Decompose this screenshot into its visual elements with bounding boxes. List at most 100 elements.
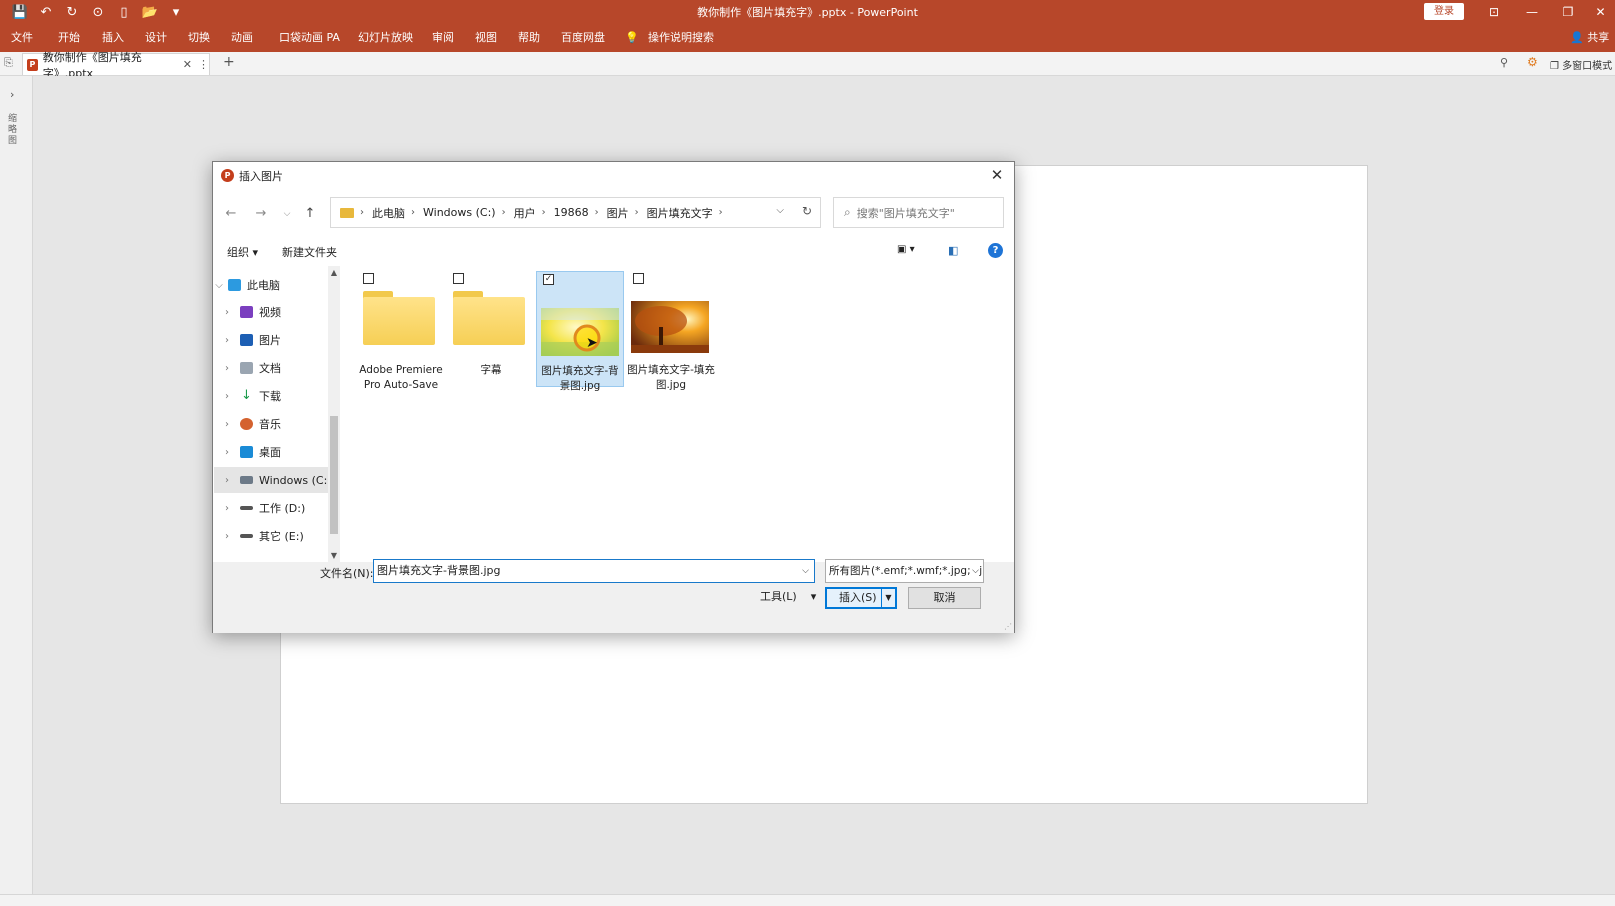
file-item-folder[interactable]: 字幕 [447, 271, 535, 387]
tree-item-downloads[interactable]: › ↓ 下载 [214, 383, 335, 409]
address-dropdown-icon[interactable]: ⌵ [776, 205, 784, 216]
menu-baidu-netdisk[interactable]: 百度网盘 [561, 24, 605, 52]
tree-item-this-pc[interactable]: ⌵ 此电脑 [214, 272, 335, 298]
new-tab-icon[interactable]: + [223, 54, 235, 70]
person-icon: 👤 [1570, 31, 1584, 44]
search-input[interactable]: ⌕ 搜索"图片填充文字" [833, 197, 1004, 228]
address-bar[interactable]: › 此电脑 › Windows (C:) › 用户 › 19868 › 图片 › 图片填充… [330, 197, 821, 228]
menu-view[interactable]: 视图 [475, 24, 497, 52]
chevron-right-icon[interactable]: › [222, 419, 232, 430]
file-name: 图片填充文字-背景图.jpg [541, 365, 619, 392]
tools-button[interactable]: 工具(L) ▾ [760, 586, 816, 608]
tree-item-documents[interactable]: › 文档 [214, 355, 335, 381]
recent-locations-icon[interactable]: ⌵ [277, 204, 297, 224]
music-icon [240, 418, 253, 430]
close-icon[interactable]: ✕ [1586, 0, 1615, 24]
breadcrumb-windows-c[interactable]: Windows (C:) [423, 206, 496, 219]
tree-item-desktop[interactable]: › 桌面 [214, 439, 335, 465]
chevron-right-icon[interactable]: › [222, 363, 232, 374]
file-item-folder[interactable]: Adobe Premiere Pro Auto-Save [357, 271, 445, 391]
thumbnail-label[interactable]: 缩略图 [8, 114, 22, 147]
file-item-image[interactable]: 图片填充文字-填充图.jpg [627, 271, 715, 391]
menu-transitions[interactable]: 切换 [188, 24, 210, 52]
tab-more-icon[interactable]: ⋮ [198, 58, 209, 71]
share-button[interactable]: 👤 共享 [1570, 24, 1609, 52]
login-button[interactable]: 登录 [1424, 3, 1464, 20]
minimize-icon[interactable]: — [1513, 0, 1551, 24]
file-type-filter[interactable]: 所有图片(*.emf;*.wmf;*.jpg;*.jpeg ⌵ [825, 559, 984, 583]
pages-icon[interactable]: ⎘ [4, 56, 13, 70]
tree-item-drive-e[interactable]: › 其它 (E:) [214, 523, 335, 549]
tree-item-label: 文档 [259, 362, 281, 375]
pin-icon[interactable]: ⚲ [1500, 56, 1508, 69]
tell-me-search[interactable]: 操作说明搜索 [648, 24, 714, 52]
chevron-right-icon[interactable]: › [222, 475, 232, 486]
insert-options-dropdown-icon[interactable]: ▼ [881, 589, 895, 607]
help-icon[interactable]: ? [988, 243, 1003, 258]
chevron-right-icon[interactable]: › [222, 391, 232, 402]
chevron-right-icon[interactable]: › [222, 307, 232, 318]
forward-arrow-icon[interactable]: → [251, 204, 271, 224]
restore-icon[interactable]: ❐ [1549, 0, 1587, 24]
tree-item-videos[interactable]: › 视频 [214, 299, 335, 325]
chevron-down-icon[interactable]: ⌵ [802, 560, 809, 582]
chevron-right-icon[interactable]: › [222, 531, 232, 542]
file-item-image-selected[interactable]: ✓ 图片填充文字-背景图.jpg ➤ [536, 271, 624, 392]
image-thumbnail [631, 301, 709, 353]
ribbon-display-icon[interactable]: ⊡ [1475, 0, 1513, 24]
tree-item-drive-d[interactable]: › 工作 (D:) [214, 495, 335, 521]
menu-pocket-animation[interactable]: 口袋动画 PA [279, 24, 340, 52]
ribbon-tabs: 文件 开始 插入 设计 切换 动画 口袋动画 PA 幻灯片放映 审阅 视图 帮助… [0, 24, 1615, 52]
cancel-button[interactable]: 取消 [908, 587, 981, 609]
tab-close-icon[interactable]: ✕ [183, 58, 192, 71]
menu-slideshow[interactable]: 幻灯片放映 [358, 24, 413, 52]
settings-icon[interactable]: ⚙ [1527, 55, 1538, 69]
scroll-up-icon[interactable]: ▲ [328, 268, 340, 277]
navigation-scrollbar[interactable]: ▲ ▼ [328, 266, 340, 562]
tree-item-label: 此电脑 [247, 279, 280, 292]
view-options-icon[interactable]: ▣ ▾ [897, 244, 915, 255]
menu-file[interactable]: 文件 [11, 24, 33, 52]
organize-button[interactable]: 组织 ▾ [227, 244, 258, 260]
scrollbar-thumb[interactable] [330, 416, 338, 534]
resize-grip-icon[interactable]: ⋰ [1004, 622, 1012, 631]
chevron-right-icon[interactable]: › [222, 335, 232, 346]
file-checkbox-checked[interactable]: ✓ [543, 274, 554, 285]
document-tab[interactable]: P 教你制作《图片填充字》.pptx ✕ ⋮ [22, 51, 210, 80]
dialog-close-icon[interactable]: ✕ [986, 164, 1008, 186]
multi-window-button[interactable]: ❐ 多窗口模式 [1550, 57, 1612, 72]
tree-item-pictures[interactable]: › 图片 [214, 327, 335, 353]
title-bar: 💾 ↶ ↻ ⊙ ▯ 📂 ▾ 教你制作《图片填充字》.pptx - PowerPo… [0, 0, 1615, 24]
up-arrow-icon[interactable]: ↑ [300, 204, 320, 224]
multi-window-label: 多窗口模式 [1562, 61, 1613, 72]
powerpoint-icon: P [221, 169, 234, 182]
navigation-pane: ⌵ 此电脑 › 视频 › 图片 › 文档 › ↓ 下载 › 音乐 › 桌面 › … [214, 266, 345, 562]
tree-item-label: 图片 [259, 334, 281, 347]
file-checkbox[interactable] [633, 273, 644, 284]
breadcrumb-users[interactable]: 用户 [514, 205, 536, 221]
breadcrumb-this-pc[interactable]: 此电脑 [372, 205, 405, 221]
filename-input[interactable]: 图片填充文字-背景图.jpg ⌵ [373, 559, 815, 583]
scroll-down-icon[interactable]: ▼ [328, 551, 340, 560]
menu-review[interactable]: 审阅 [432, 24, 454, 52]
refresh-icon[interactable]: ↻ [802, 204, 812, 218]
back-arrow-icon[interactable]: ← [221, 204, 241, 224]
file-checkbox[interactable] [363, 273, 374, 284]
menu-animations[interactable]: 动画 [231, 24, 253, 52]
menu-help[interactable]: 帮助 [518, 24, 540, 52]
caret-down-icon: ▾ [810, 590, 817, 603]
new-folder-button[interactable]: 新建文件夹 [282, 244, 337, 260]
chevron-right-icon[interactable]: › [222, 503, 232, 514]
expand-panel-icon[interactable]: › [10, 88, 14, 101]
preview-pane-icon[interactable]: ◧ [948, 244, 958, 257]
file-checkbox[interactable] [453, 273, 464, 284]
tree-item-windows-c[interactable]: › Windows (C:) [214, 467, 335, 493]
chevron-down-icon[interactable]: ⌵ [970, 560, 979, 582]
breadcrumb-current-folder[interactable]: 图片填充文字 [647, 205, 713, 221]
chevron-right-icon[interactable]: › [222, 447, 232, 458]
insert-button[interactable]: 插入(S) ▼ [825, 587, 897, 609]
chevron-down-icon[interactable]: ⌵ [214, 280, 224, 291]
breadcrumb-pictures[interactable]: 图片 [607, 205, 629, 221]
tree-item-music[interactable]: › 音乐 [214, 411, 335, 437]
breadcrumb-user-folder[interactable]: 19868 [554, 206, 589, 219]
